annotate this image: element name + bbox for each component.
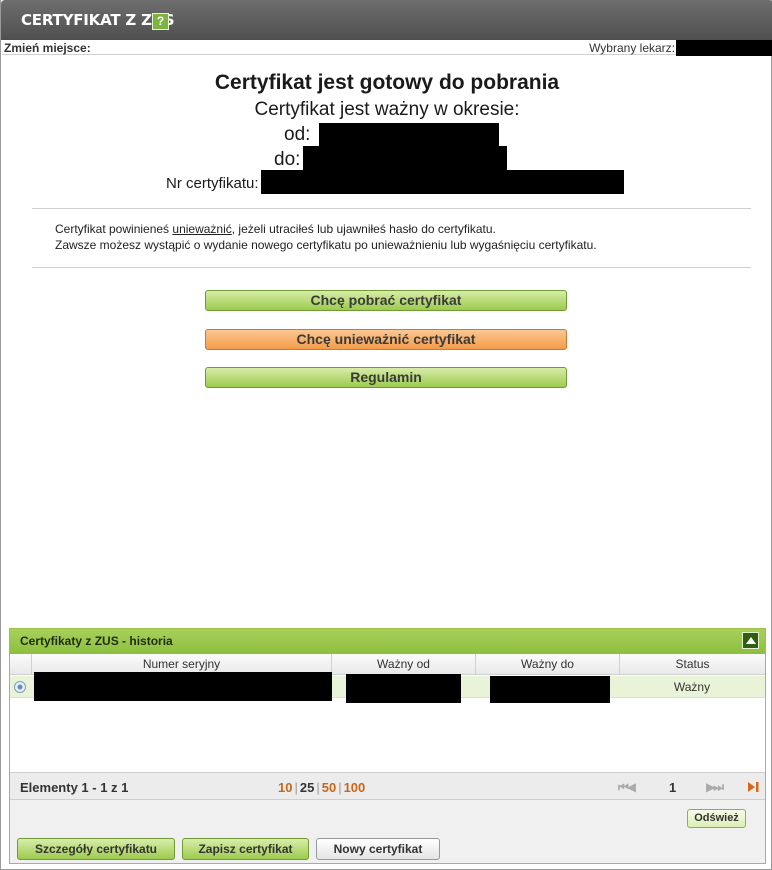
redacted-doctor-name [676, 40, 772, 56]
redacted-serial-number [34, 672, 332, 701]
note-line-1: Certyfikat powinieneś unieważnić, jeżeli… [55, 221, 597, 237]
certificate-details-button[interactable]: Szczegóły certyfikatu [17, 838, 175, 860]
certificate-number-label: Nr certyfikatu: [166, 175, 259, 192]
revoke-link[interactable]: unieważnić [172, 222, 231, 236]
info-bar: Zmień miejsce: Wybrany lekarz: [2, 40, 772, 55]
divider [32, 267, 751, 268]
page-size-option[interactable]: 10 [278, 780, 292, 795]
certificate-history-panel: Certyfikaty z ZUS - historia Numer seryj… [9, 628, 766, 864]
next-page-icon[interactable]: ▶⏭ [706, 780, 724, 795]
revoke-note: Certyfikat powinieneś unieważnić, jeżeli… [55, 221, 597, 253]
note-text: , jeżeli utraciłeś lub ujawniłeś hasło d… [231, 222, 496, 236]
selected-doctor-label: Wybrany lekarz: [589, 41, 675, 55]
redacted-valid-from [319, 123, 499, 147]
page-size-option[interactable]: 100 [344, 780, 366, 795]
pagination-bar: Elementy 1 - 1 z 1 10 | 25 | 50 | 100 ⏮◀ 1 ▶⏭ [10, 772, 765, 800]
revoke-certificate-button[interactable]: Chcę unieważnić certyfikat [205, 329, 567, 350]
separator: | [316, 780, 320, 795]
valid-from-label: od: [284, 124, 311, 145]
title-bar: CERTYFIKAT Z ZUS ? [1, 0, 772, 40]
separator: | [294, 780, 298, 795]
column-header-valid-to[interactable]: Ważny do [475, 654, 619, 675]
first-page-icon[interactable]: ⏮◀ [618, 780, 636, 795]
validity-text: Certyfikat jest ważny w okresie: [254, 99, 520, 120]
page-title: Certyfikat jest gotowy do pobrania [214, 71, 560, 94]
redacted-valid-to-cell [490, 676, 610, 703]
collapse-icon[interactable] [742, 632, 759, 649]
redacted-valid-to [303, 146, 507, 171]
terms-button[interactable]: Regulamin [205, 367, 567, 388]
page-size-selector: 10 | 25 | 50 | 100 [278, 780, 365, 795]
current-page: 1 [669, 780, 677, 795]
separator: | [338, 780, 342, 795]
download-certificate-button[interactable]: Chcę pobrać certyfikat [205, 290, 567, 311]
note-line-2: Zawsze możesz wystąpić o wydanie nowego … [55, 238, 597, 252]
redacted-certificate-number [261, 170, 624, 194]
save-certificate-button[interactable]: Zapisz certyfikat [182, 838, 309, 860]
column-header-valid-from[interactable]: Ważny od [331, 654, 475, 675]
page-size-option-active[interactable]: 25 [300, 780, 314, 795]
new-certificate-button[interactable]: Nowy certyfikat [316, 838, 440, 860]
refresh-button[interactable]: Odśwież [687, 809, 746, 828]
elements-count: Elementy 1 - 1 z 1 [20, 780, 129, 795]
help-icon[interactable]: ? [152, 13, 169, 30]
page-frame: CERTYFIKAT Z ZUS ? Zmień miejsce: Wybran… [0, 0, 772, 870]
column-header-status[interactable]: Status [619, 654, 765, 675]
note-text: Certyfikat powinieneś [55, 222, 173, 236]
row-select-radio[interactable] [14, 681, 26, 693]
history-title: Certyfikaty z ZUS - historia [20, 634, 173, 648]
divider [32, 208, 751, 209]
redacted-valid-from-cell [346, 674, 461, 703]
valid-to-label: do: [274, 149, 301, 170]
change-place-link[interactable]: Zmień miejsce: [4, 41, 91, 55]
status-cell: Ważny [673, 680, 711, 694]
last-page-icon[interactable] [747, 781, 760, 793]
history-header: Certyfikaty z ZUS - historia [10, 629, 765, 654]
page-size-option[interactable]: 50 [322, 780, 336, 795]
